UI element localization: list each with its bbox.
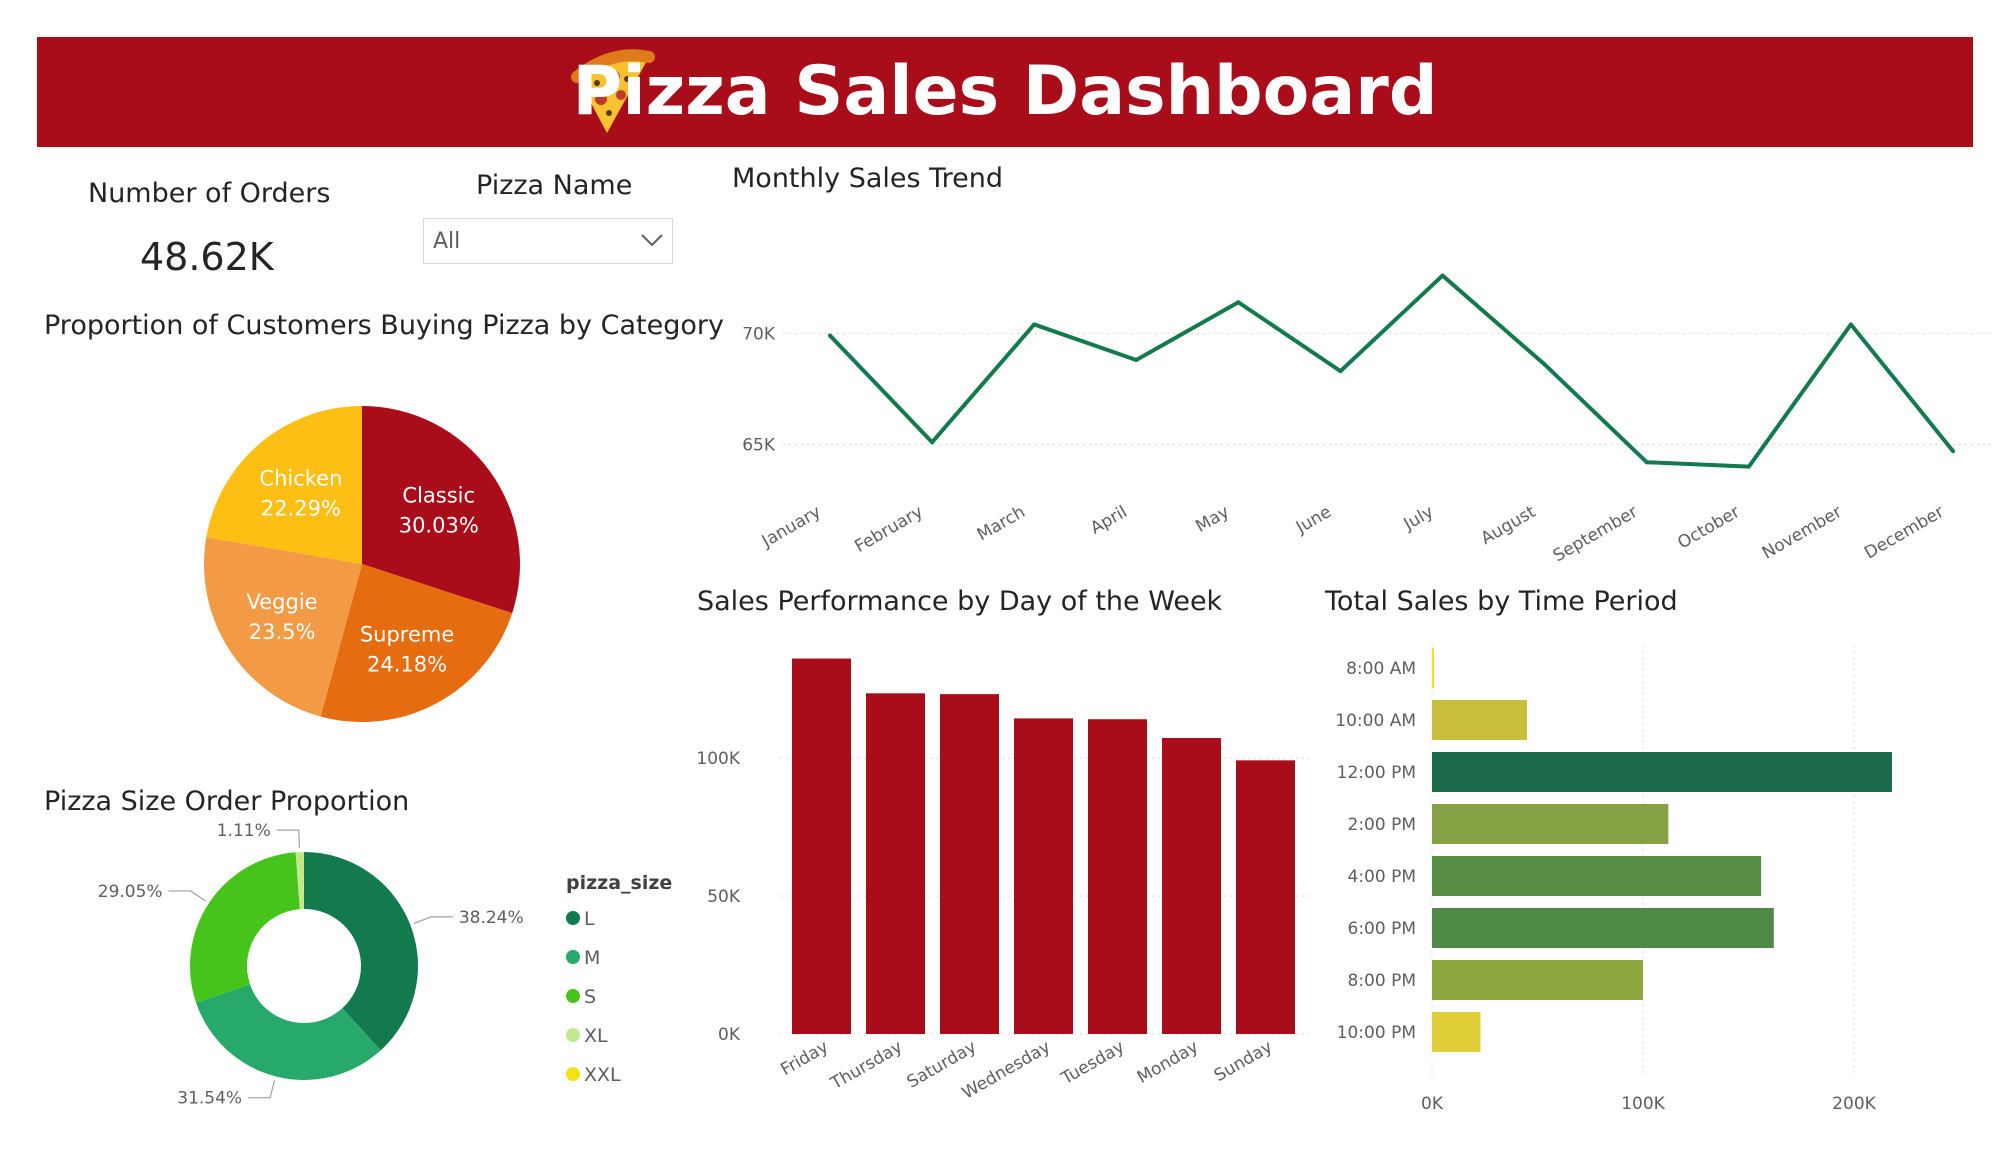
line-point[interactable] xyxy=(1951,449,1955,454)
hbar-y-tick-label: 8:00 AM xyxy=(1346,659,1416,679)
donut-leader-line xyxy=(168,890,206,902)
bar-x-tick-label: Friday xyxy=(777,1037,832,1080)
hbar-x-tick-label: 200K xyxy=(1832,1094,1876,1114)
time-hbar-chart[interactable]: 0K 100K 200K 8:00 AM 10:00 AM 12:00 PM 2:00 PM… xyxy=(1335,645,1892,1114)
donut-leader-line xyxy=(248,1080,276,1099)
monthly-sales-line[interactable] xyxy=(828,273,1955,469)
line-x-tick-label: November xyxy=(1759,502,1846,564)
line-point[interactable] xyxy=(1338,369,1343,374)
line-x-tick-label: September xyxy=(1550,502,1641,566)
pie-value-label: 24.18% xyxy=(367,652,447,676)
hbar-y-tick-label: 10:00 PM xyxy=(1337,1023,1416,1043)
legend-marker[interactable] xyxy=(566,911,580,925)
bar-monday[interactable] xyxy=(1162,738,1221,1034)
line-point[interactable] xyxy=(1542,362,1547,367)
hbar-x-tick-label: 100K xyxy=(1621,1094,1665,1114)
pie-value-label: 23.5% xyxy=(249,620,316,644)
donut-slice-s[interactable] xyxy=(190,852,300,1003)
bar-y-tick-label: 0K xyxy=(718,1025,741,1045)
line-point[interactable] xyxy=(930,440,935,445)
legend-label-xl[interactable]: XL xyxy=(584,1025,608,1047)
bar-x-tick-label: Monday xyxy=(1134,1037,1202,1088)
legend-marker[interactable] xyxy=(566,950,580,964)
charts-canvas: Classic 30.03% Supreme 24.18% Veggie 23.5% Chi… xyxy=(98,273,1995,1114)
bar-saturday[interactable] xyxy=(940,694,999,1034)
hbar-1200pm[interactable] xyxy=(1432,752,1892,792)
hbar-x-tick-label: 0K xyxy=(1421,1094,1444,1114)
legend-label-s[interactable]: S xyxy=(584,986,596,1008)
pie-category-label: Classic xyxy=(402,483,475,507)
line-point[interactable] xyxy=(1440,273,1445,278)
bar-x-tick-label: Thursday xyxy=(827,1037,906,1094)
line-x-tick-label: January xyxy=(758,502,825,552)
line-point[interactable] xyxy=(1746,464,1751,469)
hbar-1000pm[interactable] xyxy=(1432,1012,1481,1052)
line-x-tick-label: April xyxy=(1087,502,1131,539)
line-x-tick-label: June xyxy=(1292,502,1335,538)
hbar-y-tick-label: 2:00 PM xyxy=(1348,815,1417,835)
line-point[interactable] xyxy=(1236,300,1241,305)
donut-value-label: 38.24% xyxy=(459,908,524,928)
line-point[interactable] xyxy=(1848,322,1853,327)
bar-sunday[interactable] xyxy=(1236,760,1295,1034)
hbar-200pm[interactable] xyxy=(1432,804,1669,844)
line-x-tick-label: May xyxy=(1192,502,1232,537)
line-x-tick-label: October xyxy=(1674,502,1743,553)
pie-category-label: Veggie xyxy=(247,590,318,614)
hbar-y-tick-label: 6:00 PM xyxy=(1348,919,1417,939)
legend-label-m[interactable]: M xyxy=(584,947,600,969)
hbar-1000am[interactable] xyxy=(1432,700,1527,740)
donut-leader-line xyxy=(413,916,453,924)
pie-category-label: Chicken xyxy=(259,467,342,491)
donut-leader-line xyxy=(276,829,301,849)
hbar-y-tick-label: 8:00 PM xyxy=(1348,971,1417,991)
donut-value-label: 29.05% xyxy=(98,882,163,902)
hbar-y-tick-label: 4:00 PM xyxy=(1348,867,1417,887)
donut-value-label: 31.54% xyxy=(177,1089,242,1109)
legend-marker[interactable] xyxy=(566,989,580,1003)
monthly-line-chart[interactable]: 65K 70K January February March April May June Ju… xyxy=(742,273,1995,567)
hbar-600pm[interactable] xyxy=(1432,908,1774,948)
bar-y-tick-label: 50K xyxy=(707,887,741,907)
bar-wednesday[interactable] xyxy=(1014,718,1073,1034)
bar-y-tick-label: 100K xyxy=(696,749,740,769)
line-x-tick-label: August xyxy=(1478,502,1540,549)
line-x-tick-label: March xyxy=(974,502,1029,545)
pie-value-label: 30.03% xyxy=(399,513,479,537)
weekday-bar-chart[interactable]: 0K50K100KFridayThursdaySaturdayWednesday… xyxy=(696,658,1310,1104)
line-x-tick-label: December xyxy=(1861,502,1947,563)
pie-category-label: Supreme xyxy=(360,622,454,646)
bar-friday[interactable] xyxy=(792,658,851,1034)
legend-label-l[interactable]: L xyxy=(584,908,595,930)
donut-value-label: 1.11% xyxy=(217,821,271,841)
hbar-y-tick-label: 12:00 PM xyxy=(1337,763,1416,783)
line-point[interactable] xyxy=(1032,322,1037,327)
legend-title: pizza_size xyxy=(566,872,672,894)
line-x-tick-label: February xyxy=(851,502,926,557)
legend-label-xxl[interactable]: XXL xyxy=(584,1064,621,1086)
bar-x-tick-label: Tuesday xyxy=(1057,1037,1128,1089)
pie-value-label: 22.29% xyxy=(261,497,341,521)
bar-thursday[interactable] xyxy=(866,693,925,1034)
line-y-tick-label: 65K xyxy=(742,435,776,455)
legend-marker[interactable] xyxy=(566,1028,580,1042)
size-legend[interactable]: pizza_size LMS XL XXL xyxy=(566,872,672,1086)
line-x-tick-label: July xyxy=(1400,502,1437,535)
hbar-y-tick-label: 10:00 AM xyxy=(1335,711,1416,731)
legend-marker[interactable] xyxy=(566,1067,580,1081)
hbar-800am[interactable] xyxy=(1432,648,1434,688)
line-point[interactable] xyxy=(1134,358,1139,362)
size-donut-chart[interactable]: 38.24% 31.54% 29.05% 1.11% xyxy=(98,821,524,1109)
bar-tuesday[interactable] xyxy=(1088,719,1147,1034)
hbar-400pm[interactable] xyxy=(1432,856,1762,896)
hbar-800pm[interactable] xyxy=(1432,960,1643,1000)
line-point[interactable] xyxy=(1644,460,1649,465)
category-pie-chart[interactable]: Classic 30.03% Supreme 24.18% Veggie 23.5% Chi… xyxy=(203,406,520,723)
bar-x-tick-label: Sunday xyxy=(1211,1037,1276,1086)
line-y-tick-label: 70K xyxy=(742,324,776,344)
line-point[interactable] xyxy=(828,333,832,338)
